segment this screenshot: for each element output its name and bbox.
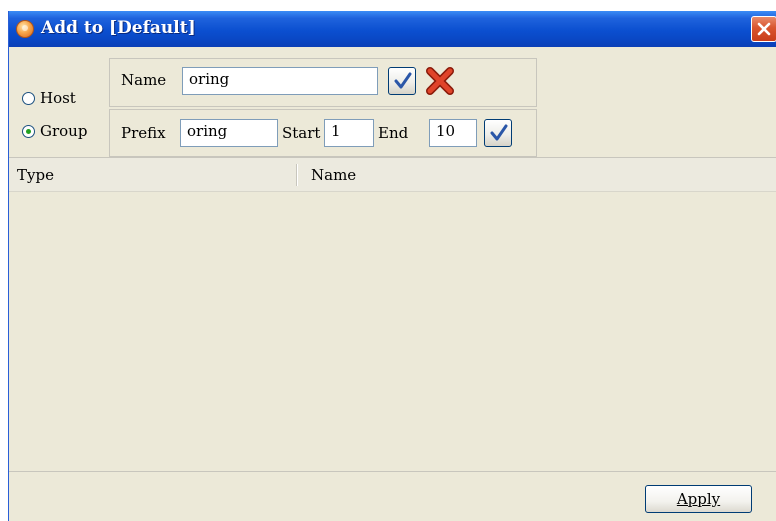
- host-fieldset: Name oring: [109, 58, 537, 107]
- host-radio[interactable]: Host: [22, 89, 76, 107]
- name-input[interactable]: oring: [182, 67, 378, 95]
- group-confirm-button[interactable]: [484, 119, 512, 147]
- table-header: Type Name: [9, 157, 776, 192]
- checkmark-icon: [394, 72, 412, 89]
- footer-divider: [9, 471, 776, 472]
- start-input[interactable]: 1: [324, 119, 374, 147]
- group-radio-button[interactable]: [22, 124, 35, 138]
- host-radio-label: Host: [40, 89, 76, 107]
- title-bar: Add to [Default]: [9, 11, 776, 47]
- name-delete-button[interactable]: [425, 66, 455, 96]
- window-title: Add to [Default]: [41, 18, 196, 38]
- item-list[interactable]: [9, 192, 776, 471]
- column-name[interactable]: Name: [311, 166, 356, 184]
- add-dialog: Add to [Default] Host Group Name oring P…: [8, 11, 776, 521]
- group-radio-label: Group: [40, 122, 88, 140]
- red-x-icon: [426, 67, 454, 95]
- end-input[interactable]: 10: [429, 119, 477, 147]
- column-type[interactable]: Type: [17, 166, 54, 184]
- close-button[interactable]: [751, 16, 776, 42]
- checkmark-icon: [490, 124, 508, 141]
- end-label: End: [378, 124, 409, 142]
- name-label: Name: [121, 71, 167, 89]
- name-confirm-button[interactable]: [388, 67, 416, 95]
- apply-button[interactable]: Apply: [645, 485, 752, 513]
- group-radio[interactable]: Group: [22, 122, 87, 140]
- group-fieldset: Prefix oring Start 1 End 10: [109, 109, 537, 157]
- prefix-input[interactable]: oring: [180, 119, 278, 147]
- prefix-label: Prefix: [121, 124, 166, 142]
- column-divider[interactable]: [296, 164, 297, 186]
- apply-label: Apply: [676, 490, 721, 508]
- host-radio-button[interactable]: [22, 91, 35, 105]
- app-logo-icon: [16, 20, 34, 38]
- start-label: Start: [282, 124, 321, 142]
- close-icon: [757, 22, 771, 36]
